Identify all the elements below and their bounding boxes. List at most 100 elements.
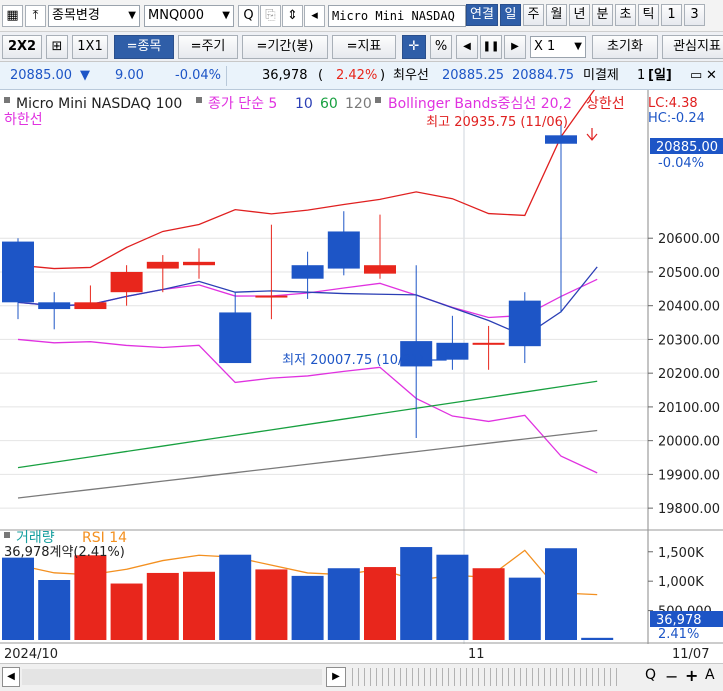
high-annotation: 최고 20935.75 (11/06) [426,115,568,130]
symbol-button[interactable]: =종목 [114,35,174,59]
volume-summary: 36,978계약(2.41%) [4,545,125,560]
volume-bar [400,547,433,640]
period-button-7[interactable]: 틱 [638,4,659,26]
candle-body [472,342,505,345]
volume-tick-label: 1,000K [658,575,704,590]
period-button-4[interactable]: 년 [569,4,590,26]
candle-body [508,300,541,347]
zoom-select[interactable]: X 1 ▼ [530,36,586,58]
divider [226,66,227,86]
cycle-button[interactable]: =주기 [178,35,238,59]
volume-bar [38,580,71,640]
volume-bar [472,568,505,640]
bottom-scrollbar[interactable]: ◀ ▶ Q − + A [0,663,723,691]
unsettled-label: 미결제 [583,68,619,83]
candle-body [436,342,469,360]
candle-body [146,261,179,269]
range-slider[interactable] [352,668,622,686]
font-size-icon[interactable]: A [705,667,715,683]
volume-bar [110,583,143,640]
price-tick-label: 19900.00 [658,468,720,483]
symbol-change-label: 종목변경 [52,8,100,23]
period-button-3[interactable]: 월 [546,4,567,26]
period-button-9[interactable]: 3 [684,4,705,26]
minimize-icon[interactable]: ▭ [690,67,702,85]
hc-label: HC:-0.24 [648,111,705,126]
unsettled-value: 1 [637,68,646,83]
zoom-in-icon[interactable]: + [685,666,698,685]
last-price-label: 20885.00 [656,140,718,155]
date-label-end: 11/07 [672,647,709,662]
legend-ma120: 120 [345,96,372,112]
period-bars-button[interactable]: =기간(봉) [242,35,328,59]
legend-marker [4,532,10,538]
period-button-8[interactable]: 1 [661,4,682,26]
symbol-code-input[interactable]: MNQ000 ▼ [144,5,234,27]
scroll-left-icon[interactable]: ◀ [2,667,20,687]
indicator-button[interactable]: =지표 [332,35,396,59]
period-button-6[interactable]: 초 [615,4,636,26]
legend-lower: 하한선 [4,112,43,128]
close-icon[interactable]: ✕ [706,67,717,85]
scroll-right-icon[interactable]: ▶ [504,35,526,59]
price-tick-label: 20600.00 [658,232,720,247]
volume-bar [327,568,360,640]
scroll-track[interactable] [22,669,322,685]
period-button-2[interactable]: 주 [523,4,544,26]
candle-body [327,231,360,269]
candle-body [38,302,71,310]
period-button-1[interactable]: 일 [500,4,521,26]
period-tag: [일] [648,68,672,83]
price-change-pct: -0.04% [175,68,221,83]
pause-icon[interactable]: ❚❚ [480,35,502,59]
search-icon[interactable]: Q [238,5,259,27]
legend-bollinger: Bollinger Bands중심선 20,2 [388,96,572,112]
legend-upper: 상한선 [586,96,625,112]
scroll-right-icon[interactable]: ▶ [326,667,346,687]
legend-ma10: 10 [295,96,313,112]
price-tick-label: 20000.00 [658,435,720,450]
zoom-out-icon[interactable]: − [665,667,678,686]
volume-bar [219,554,252,640]
watch-indicator-button[interactable]: 관심지표 [662,35,723,59]
price-tick-label: 20300.00 [658,333,720,348]
period-button-0[interactable]: 연결 [466,4,498,26]
legend-marker [375,97,381,103]
price-chart[interactable]: 20600.00 20500.00 20400.00 20300.00 20200.00… [0,90,723,663]
zoom-icon[interactable]: Q [645,667,656,683]
down-arrow-icon: ▼ [80,68,90,83]
paren-open: ( [318,68,324,83]
pin-icon[interactable]: ⤒ [25,5,46,27]
price-tick-label: 20400.00 [658,300,720,315]
chart-options-toolbar: 2X2 ⊞ 1X1 =종목 =주기 =기간(봉) =지표 ✛ % ◀ ❚❚ ▶ … [0,32,723,62]
period-button-5[interactable]: 분 [592,4,613,26]
copy-icon[interactable]: ⎘ [260,5,281,27]
volume-bar [146,572,179,640]
top-toolbar: ▦ ⤒ 종목변경 ▼ MNQ000 ▼ Q ⎘ ⇕ ◂ Micro Mini N… [0,0,723,32]
reset-button[interactable]: 초기화 [592,35,658,59]
grid-icon[interactable]: ⊞ [46,35,68,59]
lc-label: LC:4.38 [648,96,698,111]
price-change: 9.00 [115,68,144,83]
last-price: 20885.00 [10,68,73,83]
symbol-name-field: Micro Mini NASDAQ [328,5,466,27]
percent-button[interactable]: % [430,35,452,59]
grid-icon[interactable]: ▦ [2,5,23,27]
spin-icon[interactable]: ⇕ [282,5,303,27]
volume-tick-label: 1,500K [658,546,704,561]
crosshair-icon[interactable]: ✛ [402,35,426,59]
zoom-value: X 1 [534,39,556,54]
paren-close: ) [380,68,386,83]
symbol-code: MNQ000 [148,8,204,23]
chevron-down-icon: ▼ [128,10,136,21]
candle-body [183,261,215,266]
price-tick-label: 20100.00 [658,401,720,416]
symbol-change-dropdown[interactable]: 종목변경 ▼ [48,5,140,27]
price-tick-label: 20500.00 [658,266,720,281]
last-volume-pct: 2.41% [658,627,699,642]
layout-2x2-button[interactable]: 2X2 [2,35,42,59]
layout-1x1-button[interactable]: 1X1 [72,35,108,59]
date-label-month: 11 [468,647,485,662]
sound-icon[interactable]: ◂ [304,5,325,27]
scroll-left-icon[interactable]: ◀ [456,35,478,59]
